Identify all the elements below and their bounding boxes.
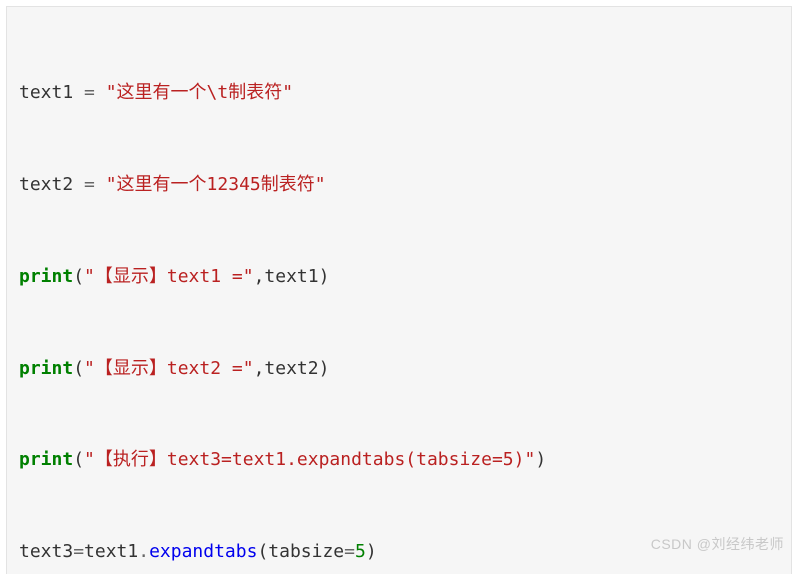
code-line-5: print("【执行】text3=text1.expandtabs(tabsiz… [19, 445, 779, 476]
arg: text1 [264, 266, 318, 287]
assign-op: = [84, 82, 95, 103]
string-literal: "这里有一个12345制表符" [106, 174, 326, 195]
assign-op: = [84, 174, 95, 195]
var: text1 [19, 82, 73, 103]
print-kw: print [19, 449, 73, 470]
code-line-3: print("【显示】text1 =",text1) [19, 262, 779, 293]
code-line-2: text2 = "这里有一个12345制表符" [19, 170, 779, 201]
print-kw: print [19, 266, 73, 287]
lhs: text3 [19, 541, 73, 562]
code-line-4: print("【显示】text2 =",text2) [19, 354, 779, 385]
obj: text1 [84, 541, 138, 562]
string-literal: "这里有一个\t制表符" [106, 82, 293, 103]
arg: text2 [264, 358, 318, 379]
method-name: expandtabs [149, 541, 257, 562]
kwarg-name: tabsize [268, 541, 344, 562]
code-line-1: text1 = "这里有一个\t制表符" [19, 78, 779, 109]
print-kw: print [19, 358, 73, 379]
watermark: CSDN @刘经纬老师 [651, 534, 784, 554]
number: 5 [355, 541, 366, 562]
string-literal: "【执行】text3=text1.expandtabs(tabsize=5)" [84, 449, 535, 470]
string-literal: "【显示】text1 =" [84, 266, 254, 287]
code-block: text1 = "这里有一个\t制表符" text2 = "这里有一个12345… [6, 6, 792, 574]
string-literal: "【显示】text2 =" [84, 358, 254, 379]
var: text2 [19, 174, 73, 195]
